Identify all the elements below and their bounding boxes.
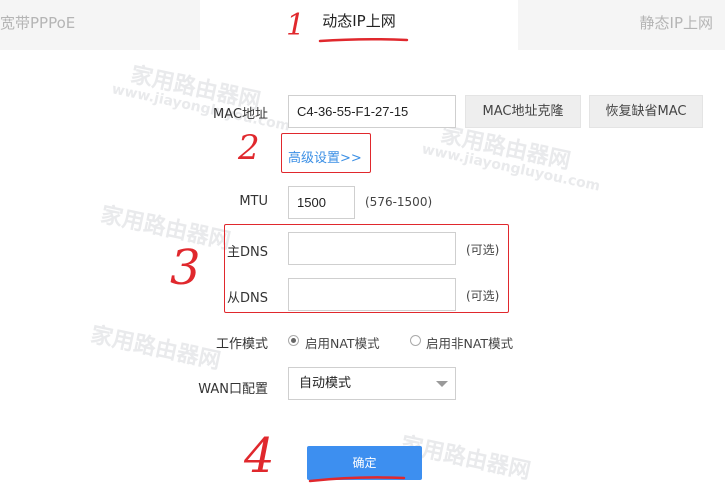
non-nat-mode-label[interactable]: 启用非NAT模式 (426, 333, 513, 352)
mtu-input[interactable] (288, 186, 355, 219)
annotation-underline-one (318, 37, 409, 43)
tab-dynamic-ip-label: 动态IP上网 (322, 12, 396, 30)
chevron-down-icon (436, 381, 448, 387)
mac-address-input[interactable] (288, 95, 456, 128)
nat-mode-label[interactable]: 启用NAT模式 (305, 333, 380, 352)
work-mode-label: 工作模式 (215, 337, 268, 352)
annotation-four: 4 (244, 428, 275, 484)
mtu-range-hint: (576-1500) (365, 195, 433, 209)
mac-label: MAC地址 (213, 107, 268, 122)
tab-pppoe[interactable]: 宽带PPPoE (0, 0, 200, 50)
secondary-dns-optional-hint: (可选) (466, 289, 500, 303)
mac-clone-button[interactable]: MAC地址克隆 (465, 95, 581, 128)
mtu-label: MTU (239, 194, 268, 209)
annotation-one: 1 (286, 8, 306, 43)
wan-config-selected-value: 自动模式 (299, 376, 352, 391)
non-nat-mode-radio[interactable] (410, 335, 421, 346)
secondary-dns-label: 从DNS (227, 291, 268, 306)
restore-default-mac-button[interactable]: 恢复缺省MAC (589, 95, 703, 128)
primary-dns-input[interactable] (288, 232, 456, 265)
annotation-two: 2 (238, 128, 260, 168)
tab-static-ip[interactable]: 静态IP上网 (518, 0, 725, 50)
secondary-dns-input[interactable] (288, 278, 456, 311)
primary-dns-label: 主DNS (227, 245, 268, 260)
advanced-settings-link[interactable]: 高级设置>> (288, 147, 362, 166)
primary-dns-optional-hint: (可选) (466, 243, 500, 257)
tab-static-ip-label: 静态IP上网 (639, 14, 713, 32)
annotation-underline-four (308, 476, 406, 483)
nat-mode-radio[interactable] (288, 335, 299, 346)
wan-config-select[interactable]: 自动模式 (288, 367, 456, 400)
wan-config-label: WAN口配置 (198, 382, 268, 397)
